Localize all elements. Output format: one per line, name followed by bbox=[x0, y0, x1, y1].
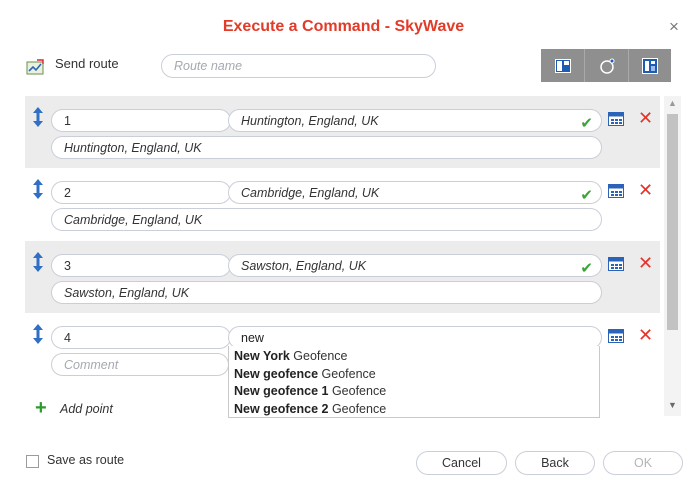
comment-input[interactable]: Comment bbox=[51, 353, 229, 376]
check-icon: ✔ bbox=[580, 187, 593, 204]
delete-point-icon[interactable]: ✕ bbox=[638, 253, 653, 273]
route-point-row: 1 Huntington, England, UK ✔ Huntington, … bbox=[25, 96, 660, 168]
send-route-icon bbox=[26, 59, 44, 75]
ok-button[interactable]: OK bbox=[603, 451, 683, 475]
point-description-field[interactable]: Huntington, England, UK bbox=[51, 136, 602, 159]
layout-icon bbox=[554, 58, 571, 73]
calculator-panel-button[interactable] bbox=[629, 49, 671, 82]
point-index-field[interactable]: 4 bbox=[51, 326, 231, 349]
calculator-icon[interactable] bbox=[608, 257, 624, 271]
suggestion-item[interactable]: New York Geofence bbox=[234, 348, 594, 366]
point-location-field[interactable]: Cambridge, England, UK ✔ bbox=[228, 181, 602, 204]
point-location-field[interactable]: Huntington, England, UK ✔ bbox=[228, 109, 602, 132]
route-point-row: 3 Sawston, England, UK ✔ Sawston, Englan… bbox=[25, 241, 660, 313]
point-index-field[interactable]: 2 bbox=[51, 181, 231, 204]
scrollbar-thumb[interactable] bbox=[667, 114, 678, 330]
drag-handle-icon[interactable] bbox=[33, 324, 43, 344]
close-icon[interactable]: × bbox=[667, 18, 681, 35]
point-description-field[interactable]: Cambridge, England, UK bbox=[51, 208, 602, 231]
cancel-button[interactable]: Cancel bbox=[416, 451, 507, 475]
calculator-icon[interactable] bbox=[608, 112, 624, 126]
point-description-field[interactable]: Sawston, England, UK bbox=[51, 281, 602, 304]
add-point-icon[interactable]: + bbox=[35, 398, 47, 418]
save-as-route-label: Save as route bbox=[47, 453, 125, 467]
geofence-circle-icon bbox=[599, 58, 614, 74]
save-as-route-checkbox[interactable] bbox=[26, 455, 39, 468]
scroll-up-arrow-icon[interactable]: ▲ bbox=[664, 98, 681, 112]
check-icon: ✔ bbox=[580, 115, 593, 132]
check-icon: ✔ bbox=[580, 260, 593, 277]
point-location-text: Huntington, England, UK bbox=[241, 113, 379, 128]
dialog-title: Execute a Command - SkyWave bbox=[222, 18, 465, 35]
suggestion-item[interactable]: New geofence 2 Geofence bbox=[234, 401, 594, 419]
add-point-link[interactable]: Add point bbox=[60, 402, 113, 416]
point-location-text: Cambridge, England, UK bbox=[241, 185, 380, 200]
geofence-button[interactable] bbox=[585, 49, 629, 82]
calculator-panel-icon bbox=[642, 57, 658, 74]
suggestion-item[interactable]: New geofence 1 Geofence bbox=[234, 383, 594, 401]
point-location-field[interactable]: Sawston, England, UK ✔ bbox=[228, 254, 602, 277]
route-point-row: 2 Cambridge, England, UK ✔ Cambridge, En… bbox=[25, 168, 660, 240]
send-route-label: Send route bbox=[55, 56, 119, 71]
scroll-down-arrow-icon[interactable]: ▼ bbox=[664, 400, 681, 414]
delete-point-icon[interactable]: ✕ bbox=[638, 108, 653, 128]
point-index-field[interactable]: 1 bbox=[51, 109, 231, 132]
route-name-input[interactable]: Route name bbox=[161, 54, 436, 78]
drag-handle-icon[interactable] bbox=[33, 179, 43, 199]
drag-handle-icon[interactable] bbox=[33, 107, 43, 127]
calculator-icon[interactable] bbox=[608, 329, 624, 343]
drag-handle-icon[interactable] bbox=[33, 252, 43, 272]
delete-point-icon[interactable]: ✕ bbox=[638, 325, 653, 345]
calculator-icon[interactable] bbox=[608, 184, 624, 198]
suggestion-item[interactable]: New geofence Geofence bbox=[234, 366, 594, 384]
autocomplete-dropdown: New York Geofence New geofence Geofence … bbox=[228, 346, 600, 418]
route-points-list: 1 Huntington, England, UK ✔ Huntington, … bbox=[25, 96, 668, 418]
map-toolbar bbox=[541, 49, 671, 82]
delete-point-icon[interactable]: ✕ bbox=[638, 180, 653, 200]
point-index-field[interactable]: 3 bbox=[51, 254, 231, 277]
point-location-text: Sawston, England, UK bbox=[241, 258, 367, 273]
back-button[interactable]: Back bbox=[515, 451, 595, 475]
layout-button[interactable] bbox=[541, 49, 585, 82]
